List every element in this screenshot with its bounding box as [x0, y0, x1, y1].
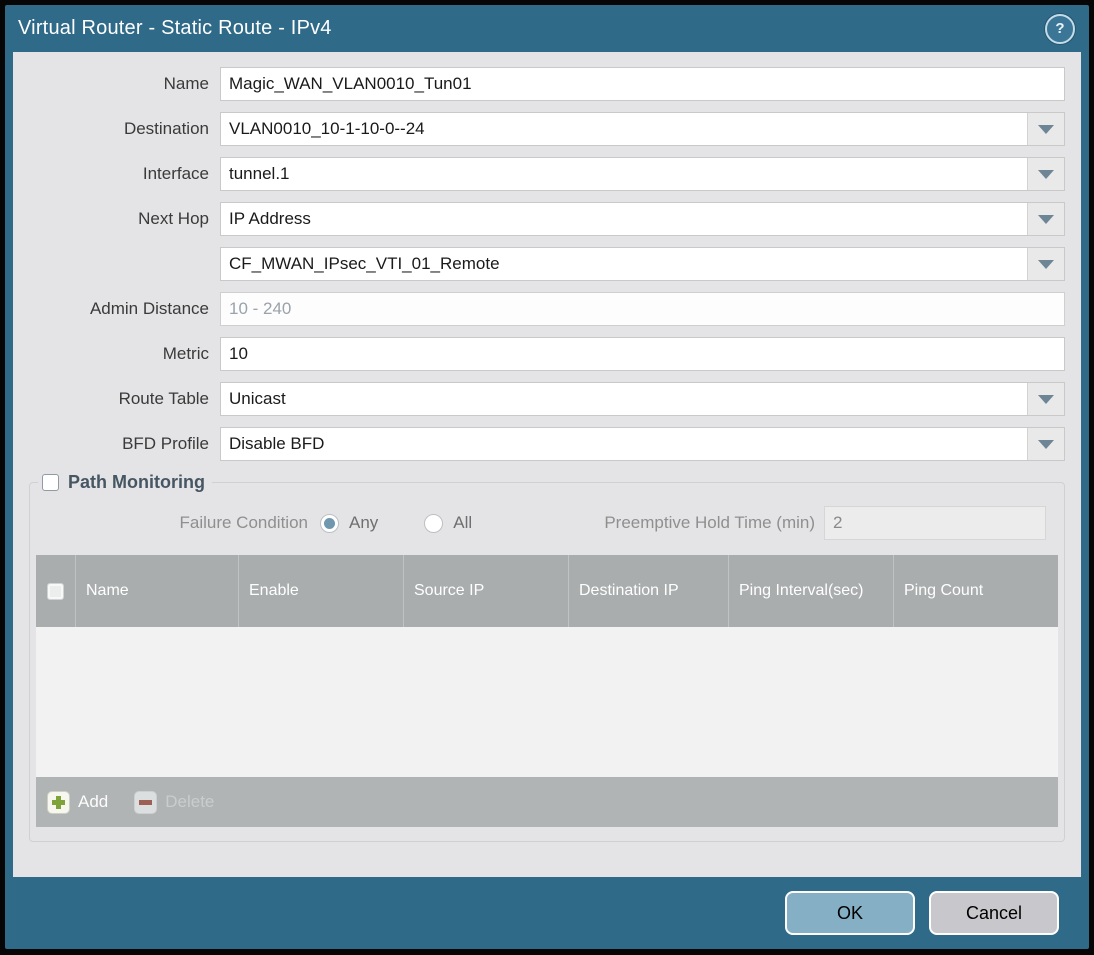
destination-label: Destination: [123, 119, 209, 138]
column-header-destination-ip[interactable]: Destination IP: [569, 555, 729, 627]
form-row-next-hop: Next Hop IP Address: [13, 202, 1065, 236]
dialog-window: Virtual Router - Static Route - IPv4 ? N…: [0, 0, 1094, 955]
table-toolbar: Add Delete: [36, 777, 1058, 827]
failure-condition-label: Failure Condition: [179, 513, 308, 532]
minus-icon: [134, 790, 158, 814]
radio-any-label: Any: [349, 513, 379, 532]
bfd-profile-value: Disable BFD: [229, 434, 325, 453]
next-hop-label: Next Hop: [138, 209, 209, 228]
dialog-titlebar: Virtual Router - Static Route - IPv4 ?: [5, 5, 1089, 52]
chevron-down-icon: [1038, 124, 1054, 134]
route-table-value: Unicast: [229, 389, 286, 408]
route-table-dropdown[interactable]: Unicast: [220, 382, 1065, 416]
table-header-checkbox-cell: [36, 555, 76, 627]
destination-dropdown-button[interactable]: [1027, 113, 1064, 145]
dialog-title: Virtual Router - Static Route - IPv4: [18, 17, 332, 39]
form-row-next-hop-address: CF_MWAN_IPsec_VTI_01_Remote: [13, 247, 1065, 281]
route-table-label: Route Table: [118, 389, 209, 408]
dialog-frame: Virtual Router - Static Route - IPv4 ? N…: [5, 5, 1089, 949]
metric-input[interactable]: [221, 338, 1064, 370]
chevron-down-icon: [1038, 439, 1054, 449]
next-hop-address-dropdown-button[interactable]: [1027, 248, 1064, 280]
path-monitoring-title: Path Monitoring: [68, 472, 205, 492]
next-hop-address-dropdown[interactable]: CF_MWAN_IPsec_VTI_01_Remote: [220, 247, 1065, 281]
bfd-profile-label: BFD Profile: [122, 434, 209, 453]
cancel-button[interactable]: Cancel: [929, 891, 1059, 935]
dialog-content: Name Destination VLAN0010_10-1-10-0--24: [13, 52, 1081, 877]
interface-dropdown-button[interactable]: [1027, 158, 1064, 190]
delete-button[interactable]: Delete: [134, 790, 215, 814]
delete-button-label: Delete: [165, 792, 215, 811]
admin-distance-field-wrap: [220, 292, 1065, 326]
form-row-route-table: Route Table Unicast: [13, 382, 1065, 416]
name-label: Name: [163, 74, 209, 93]
form-row-admin-distance: Admin Distance: [13, 292, 1065, 326]
dialog-footer: OK Cancel: [5, 877, 1089, 949]
ok-button[interactable]: OK: [785, 891, 915, 935]
column-header-source-ip[interactable]: Source IP: [404, 555, 569, 627]
admin-distance-input[interactable]: [221, 293, 1064, 325]
form-row-metric: Metric: [13, 337, 1065, 371]
plus-icon: [47, 790, 70, 814]
failure-condition-row: Failure Condition Any All Preemptive Hol…: [36, 505, 1046, 541]
radio-any[interactable]: [320, 513, 339, 533]
admin-distance-label: Admin Distance: [89, 299, 209, 318]
chevron-down-icon: [1038, 169, 1054, 179]
name-field-wrap: [220, 67, 1065, 101]
help-icon[interactable]: ?: [1045, 13, 1075, 44]
column-header-name[interactable]: Name: [76, 555, 239, 627]
destination-dropdown[interactable]: VLAN0010_10-1-10-0--24: [220, 112, 1065, 146]
path-monitoring-table: Name Enable Source IP Destination IP Pin…: [36, 555, 1058, 827]
path-monitoring-legend: Path Monitoring: [38, 472, 212, 493]
next-hop-type-value: IP Address: [229, 209, 311, 228]
name-input[interactable]: [221, 68, 1064, 100]
preemptive-hold-time-label: Preemptive Hold Time (min): [604, 513, 815, 532]
route-table-dropdown-button[interactable]: [1027, 383, 1064, 415]
path-monitoring-section: Path Monitoring Failure Condition Any Al…: [29, 472, 1065, 842]
form-row-interface: Interface tunnel.1: [13, 157, 1065, 191]
destination-value: VLAN0010_10-1-10-0--24: [229, 119, 425, 138]
bfd-profile-dropdown[interactable]: Disable BFD: [220, 427, 1065, 461]
chevron-down-icon: [1038, 394, 1054, 404]
select-all-checkbox[interactable]: [47, 582, 64, 600]
column-header-ping-count[interactable]: Ping Count: [894, 555, 1058, 627]
next-hop-address-value: CF_MWAN_IPsec_VTI_01_Remote: [229, 254, 500, 273]
radio-all[interactable]: [424, 513, 444, 533]
interface-label: Interface: [142, 164, 209, 183]
metric-label: Metric: [162, 344, 209, 363]
form-row-destination: Destination VLAN0010_10-1-10-0--24: [13, 112, 1065, 146]
table-body-empty: [36, 627, 1058, 777]
preemptive-hold-time-input[interactable]: [824, 506, 1046, 540]
column-header-enable[interactable]: Enable: [239, 555, 404, 627]
next-hop-dropdown-button[interactable]: [1027, 203, 1064, 235]
add-button-label: Add: [78, 792, 109, 811]
bfd-profile-dropdown-button[interactable]: [1027, 428, 1064, 460]
chevron-down-icon: [1038, 259, 1054, 269]
static-route-form: Name Destination VLAN0010_10-1-10-0--24: [13, 52, 1081, 461]
interface-dropdown[interactable]: tunnel.1: [220, 157, 1065, 191]
chevron-down-icon: [1038, 214, 1054, 224]
next-hop-type-dropdown[interactable]: IP Address: [220, 202, 1065, 236]
radio-all-label: All: [453, 513, 473, 532]
form-row-name: Name: [13, 67, 1065, 101]
path-monitoring-checkbox[interactable]: [42, 474, 59, 491]
form-row-bfd-profile: BFD Profile Disable BFD: [13, 427, 1065, 461]
table-header-row: Name Enable Source IP Destination IP Pin…: [36, 555, 1058, 627]
interface-value: tunnel.1: [229, 164, 290, 183]
column-header-ping-interval[interactable]: Ping Interval(sec): [729, 555, 894, 627]
metric-field-wrap: [220, 337, 1065, 371]
radio-selected-dot: [324, 517, 335, 529]
add-button[interactable]: Add: [47, 790, 109, 814]
